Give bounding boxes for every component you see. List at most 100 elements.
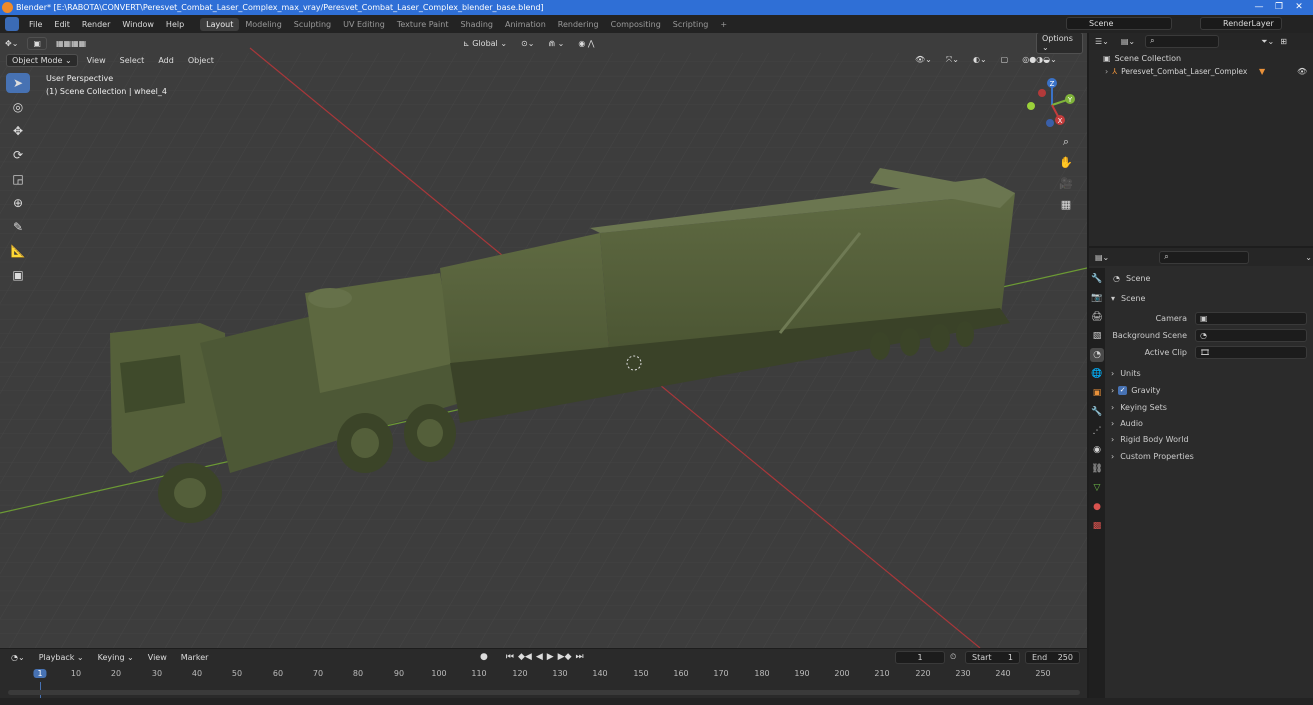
jump-start-icon[interactable]: ⏮: [506, 652, 514, 662]
active-clip-input[interactable]: 🎞: [1195, 345, 1307, 359]
pivot-icon[interactable]: ⊙⌄: [516, 38, 539, 49]
properties-options-icon[interactable]: ⌄: [1305, 253, 1312, 262]
modifier-tab-icon[interactable]: 🔧: [1090, 405, 1104, 419]
menu-window[interactable]: Window: [116, 20, 160, 29]
xray-icon[interactable]: ▢: [996, 54, 1014, 66]
render-layer-selector[interactable]: RenderLayer: [1200, 17, 1282, 30]
visibility-eye-icon[interactable]: 👁: [1297, 67, 1307, 76]
add-cube-tool-icon[interactable]: ▣: [6, 265, 30, 285]
current-frame-input[interactable]: 1: [895, 650, 945, 664]
object-mode-dropdown[interactable]: Object Mode ⌄: [6, 53, 78, 67]
tab-animation[interactable]: Animation: [499, 18, 552, 31]
transform-orientation[interactable]: ⊾ Global ⌄: [458, 38, 512, 49]
editor-type-icon[interactable]: ✥⌄: [0, 38, 23, 49]
panel-keying-sets[interactable]: › Keying Sets: [1111, 399, 1167, 415]
tab-rendering[interactable]: Rendering: [552, 18, 605, 31]
panel-audio[interactable]: › Audio: [1111, 415, 1143, 431]
panel-custom-properties[interactable]: › Custom Properties: [1111, 448, 1194, 464]
menu-file[interactable]: File: [23, 20, 48, 29]
outliner-row-object[interactable]: › ⅄ Peresvet_Combat_Laser_Complex ▼ 👁: [1089, 63, 1313, 77]
add-workspace-button[interactable]: +: [714, 18, 733, 31]
frame-ruler[interactable]: 1 10 20 30 40 50 60 70 80 90 100 110 120…: [0, 666, 1087, 682]
viewport-menu-object[interactable]: Object: [183, 55, 219, 66]
scene-tab-icon[interactable]: ◔: [1090, 348, 1104, 362]
overlay-toggle-icon[interactable]: ◐⌄: [968, 54, 992, 66]
properties-editor-icon[interactable]: ▤⌄: [1095, 253, 1109, 262]
move-tool-icon[interactable]: ✥: [6, 121, 30, 141]
outliner-row-scene-collection[interactable]: ▣ Scene Collection: [1089, 50, 1313, 63]
blender-menu-icon[interactable]: [5, 17, 19, 31]
background-scene-input[interactable]: ◔: [1195, 328, 1307, 342]
tab-compositing[interactable]: Compositing: [605, 18, 667, 31]
zoom-icon[interactable]: ⌕: [1057, 133, 1075, 151]
viewport-menu-add[interactable]: Add: [153, 55, 179, 66]
particles-tab-icon[interactable]: ⋰: [1090, 424, 1104, 438]
play-reverse-icon[interactable]: ◀: [536, 652, 543, 662]
maximize-icon[interactable]: ❐: [1269, 0, 1289, 15]
panel-rigid-body-world[interactable]: › Rigid Body World: [1111, 431, 1189, 447]
panel-units[interactable]: › Units: [1111, 365, 1141, 381]
panel-gravity[interactable]: › ✓ Gravity: [1111, 382, 1160, 398]
physics-tab-icon[interactable]: ◉: [1090, 443, 1104, 457]
new-collection-icon[interactable]: ⊞: [1280, 37, 1287, 46]
scale-tool-icon[interactable]: ◲: [6, 169, 30, 189]
3d-viewport[interactable]: ✥⌄ ▣ ▦▦▦▦ ⊾ Global ⌄ ⊙⌄ ⋒ ⌄ ◉ ⋀ Options …: [0, 33, 1087, 648]
timeline-menu-marker[interactable]: Marker: [176, 652, 214, 663]
rotate-tool-icon[interactable]: ⟳: [6, 145, 30, 165]
end-frame-input[interactable]: End 250: [1025, 650, 1080, 664]
constraints-tab-icon[interactable]: ⛓: [1090, 462, 1104, 476]
data-tab-icon[interactable]: ▽: [1090, 481, 1104, 495]
scene-selector[interactable]: Scene: [1066, 17, 1172, 30]
measure-tool-icon[interactable]: 📐: [6, 241, 30, 261]
play-icon[interactable]: ▶: [547, 652, 554, 662]
next-keyframe-icon[interactable]: ▶◆: [558, 652, 572, 662]
timeline-editor-icon[interactable]: ◔⌄: [6, 652, 30, 663]
expand-arrow-icon[interactable]: ›: [1105, 67, 1108, 76]
tab-sculpting[interactable]: Sculpting: [288, 18, 337, 31]
display-mode-icon[interactable]: ▤⌄: [1121, 37, 1135, 46]
menu-render[interactable]: Render: [76, 20, 116, 29]
close-icon[interactable]: ✕: [1289, 0, 1309, 15]
visibility-icon[interactable]: 👁⌄: [910, 54, 937, 66]
start-frame-input[interactable]: Start 1: [965, 650, 1020, 664]
tool-tab-icon[interactable]: 🔧: [1090, 272, 1104, 286]
annotate-tool-icon[interactable]: ✎: [6, 217, 30, 237]
cursor-tool-icon[interactable]: ◎: [6, 97, 30, 117]
tab-modeling[interactable]: Modeling: [239, 18, 287, 31]
tab-shading[interactable]: Shading: [454, 18, 499, 31]
properties-search-input[interactable]: ⌕: [1159, 250, 1250, 264]
viewport-menu-view[interactable]: View: [82, 55, 111, 66]
playhead[interactable]: 1: [33, 669, 47, 678]
filter-icon[interactable]: ⏷⌄: [1261, 37, 1274, 47]
select-box-icon[interactable]: ▣: [27, 36, 47, 50]
ortho-grid-icon[interactable]: ▦: [1057, 196, 1075, 214]
record-icon[interactable]: ●: [480, 652, 488, 662]
menu-edit[interactable]: Edit: [48, 20, 76, 29]
view-layer-tab-icon[interactable]: ▧: [1090, 329, 1104, 343]
transform-tool-icon[interactable]: ⊕: [6, 193, 30, 213]
minimize-icon[interactable]: —: [1249, 0, 1269, 15]
viewport-menu-select[interactable]: Select: [115, 55, 150, 66]
camera-view-icon[interactable]: 🎥: [1057, 175, 1075, 193]
menu-help[interactable]: Help: [160, 20, 190, 29]
tab-texture-paint[interactable]: Texture Paint: [391, 18, 455, 31]
snap-icon[interactable]: ⋒ ⌄: [543, 38, 569, 49]
prev-keyframe-icon[interactable]: ◆◀: [518, 652, 532, 662]
output-tab-icon[interactable]: 🖨: [1090, 310, 1104, 324]
tab-uv-editing[interactable]: UV Editing: [337, 18, 391, 31]
timeline-scrollbar[interactable]: [8, 690, 1080, 695]
jump-end-icon[interactable]: ⏭: [576, 652, 584, 662]
gizmo-toggle-icon[interactable]: ⤧⌄: [941, 54, 964, 66]
options-button[interactable]: Options ⌄: [1036, 33, 1083, 54]
world-tab-icon[interactable]: 🌐: [1090, 367, 1104, 381]
tab-layout[interactable]: Layout: [200, 17, 240, 31]
gravity-checkbox[interactable]: ✓: [1118, 385, 1128, 395]
select-tool-icon[interactable]: ➤: [6, 73, 30, 93]
texture-tab-icon[interactable]: ▩: [1090, 519, 1104, 533]
object-tab-icon[interactable]: ▣: [1090, 386, 1104, 400]
material-tab-icon[interactable]: ●: [1090, 500, 1104, 514]
tab-scripting[interactable]: Scripting: [667, 18, 715, 31]
camera-input[interactable]: ▣: [1195, 311, 1307, 325]
render-tab-icon[interactable]: 📷: [1090, 291, 1104, 305]
timeline-menu-view[interactable]: View: [143, 652, 172, 663]
